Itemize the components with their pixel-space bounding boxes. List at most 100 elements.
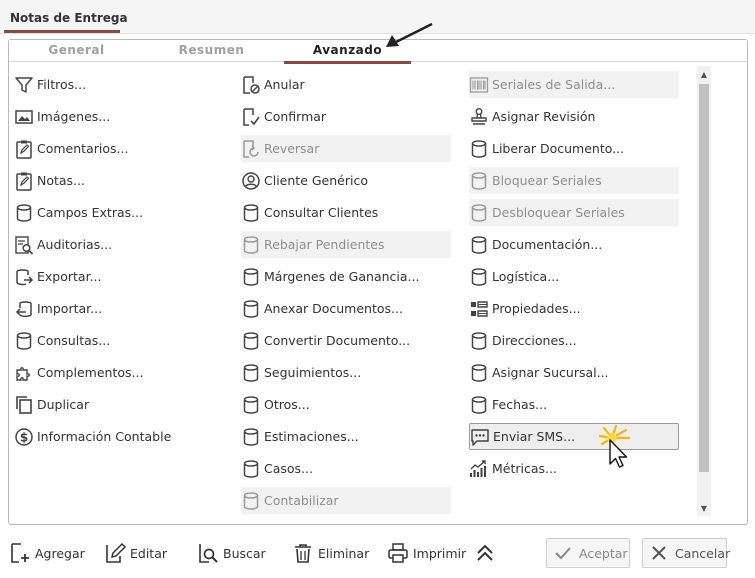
option-fechas[interactable]: Fechas... [469,391,679,418]
option-anexar-documentos[interactable]: Anexar Documentos... [241,295,451,322]
option-seguimientos[interactable]: Seguimientos... [241,359,451,386]
option-consultas[interactable]: Consultas... [14,327,236,354]
export-icon [14,267,34,287]
option-asignar-revision[interactable]: Asignar Revisión [469,103,679,130]
search-document-icon [197,542,219,564]
window-title: Notas de Entrega [10,11,128,25]
copy-icon [14,395,34,415]
dollar-icon: $ [14,427,34,447]
database-icon [469,395,489,415]
option-label: Convertir Documento... [264,333,411,348]
option-desbloquear-seriales: Desbloquear Seriales [469,199,679,226]
tab-resumen-label: Resumen [178,43,245,57]
vertical-scrollbar[interactable]: ▲ ▼ [697,66,711,516]
user-circle-icon [241,171,261,191]
scroll-up-arrow-icon[interactable]: ▲ [697,68,711,82]
edit-button[interactable]: Editar [104,539,167,567]
svg-text:$: $ [20,430,28,444]
option-label: Márgenes de Ganancia... [264,269,420,284]
scroll-thumb[interactable] [699,84,709,472]
edit-button-label: Editar [130,545,168,561]
option-otros[interactable]: Otros... [241,391,451,418]
option-logistica[interactable]: Logística... [469,263,679,290]
option-label: Direcciones... [492,333,577,348]
option-importar[interactable]: Importar... [14,295,236,322]
option-label: Casos... [264,461,313,476]
option-metricas[interactable]: Métricas... [469,455,679,482]
option-margenes-de-ganancia[interactable]: Márgenes de Ganancia... [241,263,451,290]
tab-resumen[interactable]: Resumen [159,43,264,62]
option-label: Desbloquear Seriales [492,205,625,220]
database-icon [14,203,34,223]
option-propiedades[interactable]: Propiedades... [469,295,679,322]
option-cliente-generico[interactable]: Cliente Genérico [241,167,451,194]
option-label: Seriales de Salida... [492,77,616,92]
database-icon [241,235,261,255]
option-auditorias[interactable]: Auditorias... [14,231,236,258]
option-casos[interactable]: Casos... [241,455,451,482]
option-filtros[interactable]: Filtros... [14,71,236,98]
accept-button-label: Aceptar [579,545,628,561]
option-label: Información Contable [37,429,172,444]
option-campos-extras[interactable]: Campos Extras... [14,199,236,226]
option-rebajar-pendientes: Rebajar Pendientes [241,231,451,258]
database-icon [469,267,489,287]
cancel-button[interactable]: Cancelar [642,538,731,568]
cancel-button-label: Cancelar [675,545,731,561]
add-button[interactable]: Agregar [9,539,85,567]
database-icon [469,331,489,351]
option-label: Asignar Sucursal... [492,365,609,380]
option-label: Consultar Clientes [264,205,379,220]
option-label: Logística... [492,269,560,284]
tab-general-label: General [48,43,105,57]
option-convertir-documento[interactable]: Convertir Documento... [241,327,451,354]
mouse-cursor-icon [598,424,631,468]
option-label: Contabilizar [264,493,339,508]
database-icon [241,427,261,447]
option-label: Seguimientos... [264,365,362,380]
option-estimaciones[interactable]: Estimaciones... [241,423,451,450]
database-icon [241,299,261,319]
option-label: Enviar SMS... [493,429,576,444]
database-icon [469,171,489,191]
option-duplicar[interactable]: Duplicar [14,391,236,418]
option-direcciones[interactable]: Direcciones... [469,327,679,354]
delete-button[interactable]: Eliminar [292,539,369,567]
option-reversar: Reversar [241,135,451,162]
option-label: Exportar... [37,269,102,284]
option-consultar-clientes[interactable]: Consultar Clientes [241,199,451,226]
scroll-down-arrow-icon[interactable]: ▼ [697,502,711,516]
option-complementos[interactable]: Complementos... [14,359,236,386]
option-label: Cliente Genérico [264,173,368,188]
option-confirmar[interactable]: Confirmar [241,103,451,130]
search-button[interactable]: Buscar [197,539,266,567]
option-exportar[interactable]: Exportar... [14,263,236,290]
option-imagenes[interactable]: Imágenes... [14,103,236,130]
collapse-button[interactable] [474,539,500,567]
option-label: Auditorias... [37,237,113,252]
tab-general[interactable]: General [29,43,124,62]
option-asignar-sucursal[interactable]: Asignar Sucursal... [469,359,679,386]
clipboard-icon [14,139,34,159]
add-button-label: Agregar [35,545,85,561]
option-anular[interactable]: Anular [241,71,451,98]
option-notas[interactable]: Notas... [14,167,236,194]
print-button[interactable]: Imprimir [387,539,466,567]
trash-icon [292,542,314,564]
option-liberar-documento[interactable]: Liberar Documento... [469,135,679,162]
option-label: Anexar Documentos... [264,301,403,316]
properties-icon [469,299,489,319]
option-informacion-contable[interactable]: $ Información Contable [14,423,236,450]
option-label: Importar... [37,301,103,316]
option-enviar-sms[interactable]: Enviar SMS... [469,423,679,450]
accept-button[interactable]: Aceptar [546,538,630,568]
image-icon [14,107,34,127]
filter-icon [14,75,34,95]
option-label: Otros... [264,397,310,412]
option-comentarios[interactable]: Comentarios... [14,135,236,162]
option-documentacion[interactable]: Documentación... [469,231,679,258]
database-icon [469,235,489,255]
database-icon [469,363,489,383]
option-label: Duplicar [37,397,90,412]
database-icon [241,491,261,511]
